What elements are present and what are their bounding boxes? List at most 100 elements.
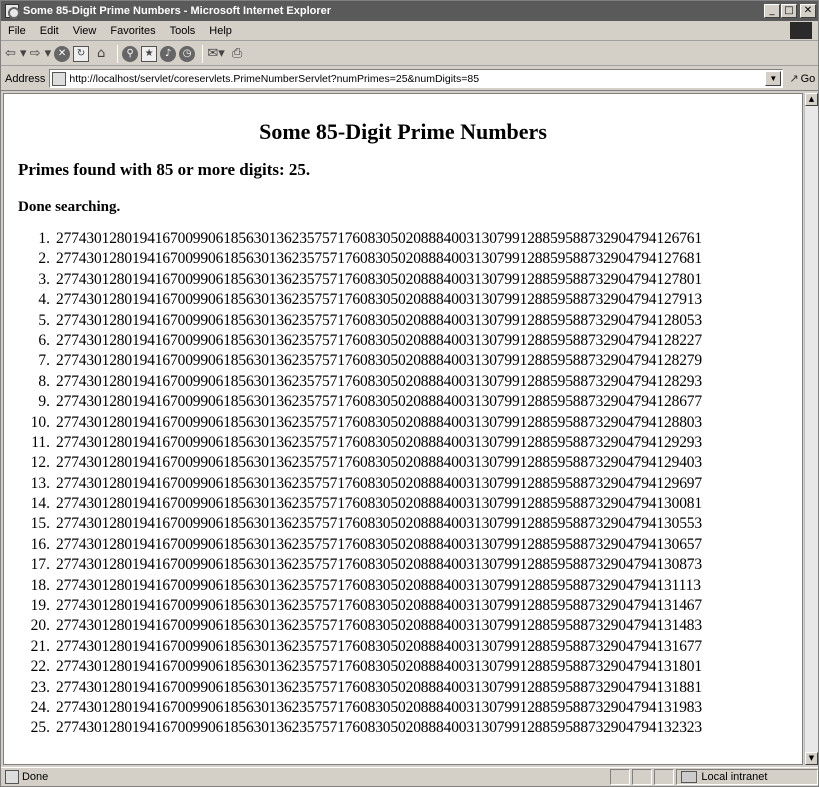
done-message: Done searching. [18,199,121,215]
toolbar-divider [202,44,204,63]
print-icon[interactable]: ⎙ [228,44,246,64]
list-item: 19. 2774301280194167009906185630136235757… [20,596,802,616]
zone-label: Local intranet [701,771,768,783]
status-panel [610,769,631,785]
list-item-number: 11. [31,433,50,451]
prime-value: 2774301280194167009906185630136235757176… [56,658,703,676]
ie-app-icon[interactable] [5,4,20,19]
list-item-number: 13. [30,474,50,492]
address-dropdown-icon[interactable]: ▼ [765,71,782,86]
list-item: 9. 27743012801941670099061856301362357571… [20,392,802,412]
minimize-button[interactable]: _ [764,4,780,18]
scroll-down-icon[interactable]: ▼ [805,752,818,765]
back-icon[interactable]: ⇦ ▾ [5,44,27,64]
list-item-number: 19. [30,597,50,615]
forward-icon[interactable]: ⇨ ▾ [30,44,52,64]
prime-list: 1. 27743012801941670099061856301362357571… [20,229,802,739]
list-item: 7. 27743012801941670099061856301362357571… [20,351,802,371]
list-item: 5. 27743012801941670099061856301362357571… [20,311,802,331]
list-item: 8. 27743012801941670099061856301362357571… [20,372,802,392]
page-content: Some 85-Digit Prime Numbers Primes found… [3,93,803,765]
menu-favorites[interactable]: Favorites [103,25,162,37]
list-item: 13. 2774301280194167009906185630136235757… [20,474,802,494]
mail-icon[interactable]: ✉▾ [207,44,225,64]
list-item: 1. 27743012801941670099061856301362357571… [20,229,802,249]
list-item: 4. 27743012801941670099061856301362357571… [20,290,802,310]
prime-value: 2774301280194167009906185630136235757176… [56,515,703,533]
close-button[interactable]: ✕ [800,4,816,18]
list-item-number: 18. [30,576,50,594]
list-item-number: 8. [38,372,50,390]
search-icon[interactable]: ⚲ [122,45,139,62]
address-label: Address [5,72,46,85]
list-item-number: 4. [38,291,50,309]
status-page-icon [5,770,19,784]
prime-value: 2774301280194167009906185630136235757176… [56,413,703,431]
primes-summary: Primes found with 85 or more digits: 25. [18,160,311,179]
list-item-number: 1. [38,230,50,247]
page-heading: Some 85-Digit Prime Numbers [259,119,547,144]
prime-value: 2774301280194167009906185630136235757176… [56,698,703,716]
go-arrow-icon: ↗ [789,72,799,85]
list-item-number: 25. [30,719,50,737]
maximize-button[interactable]: □ [781,4,797,18]
prime-value: 2774301280194167009906185630136235757176… [56,678,703,696]
prime-value: 2774301280194167009906185630136235757176… [56,719,703,737]
list-item: 15. 2774301280194167009906185630136235757… [20,514,802,534]
prime-value: 2774301280194167009906185630136235757176… [56,433,703,451]
list-item-number: 15. [30,515,50,533]
prime-value: 2774301280194167009906185630136235757176… [56,372,703,390]
address-url[interactable]: http://localhost/servlet/coreservlets.Pr… [69,73,765,85]
list-item-number: 2. [38,250,50,268]
media-icon[interactable]: ♪ [160,45,177,62]
window-title: Some 85-Digit Prime Numbers - Microsoft … [23,5,332,17]
go-button[interactable]: ↗ Go [789,72,815,85]
menu-tools[interactable]: Tools [163,25,203,37]
list-item: 25. 2774301280194167009906185630136235757… [20,718,802,738]
scroll-up-icon[interactable]: ▲ [805,93,818,106]
list-item: 2. 27743012801941670099061856301362357571… [20,249,802,269]
menu-view[interactable]: View [66,25,104,37]
prime-value: 2774301280194167009906185630136235757176… [56,352,703,370]
prime-value: 2774301280194167009906185630136235757176… [56,617,703,635]
list-item-number: 10. [30,413,50,431]
list-item: 20. 2774301280194167009906185630136235757… [20,616,802,636]
prime-value: 2774301280194167009906185630136235757176… [56,230,703,247]
refresh-icon[interactable]: ↻ [73,45,90,62]
go-label: Go [800,72,816,85]
list-item: 3. 27743012801941670099061856301362357571… [20,270,802,290]
favorites-icon[interactable]: ★ [141,45,158,62]
address-field[interactable]: http://localhost/servlet/coreservlets.Pr… [49,69,784,88]
history-icon[interactable]: ◷ [179,45,196,62]
list-item-number: 5. [38,311,50,329]
intranet-icon [681,771,698,783]
prime-value: 2774301280194167009906185630136235757176… [56,393,703,411]
security-zone: Local intranet [676,769,818,785]
list-item-number: 16. [30,535,50,553]
prime-value: 2774301280194167009906185630136235757176… [56,454,703,472]
menu-file[interactable]: File [1,25,33,37]
list-item-number: 3. [38,270,50,288]
status-panel [632,769,653,785]
list-item-number: 23. [30,678,50,696]
list-item: 10. 2774301280194167009906185630136235757… [20,413,802,433]
list-item: 11. 2774301280194167009906185630136235757… [20,433,802,453]
browser-window: Some 85-Digit Prime Numbers - Microsoft … [0,0,819,787]
menu-edit[interactable]: Edit [33,25,66,37]
vertical-scrollbar[interactable]: ▲ ▼ [804,93,818,765]
list-item-number: 9. [38,393,50,411]
list-item-number: 20. [30,617,50,635]
prime-value: 2774301280194167009906185630136235757176… [56,637,703,655]
menu-help[interactable]: Help [202,25,239,37]
page-icon [52,71,67,86]
prime-value: 2774301280194167009906185630136235757176… [56,597,703,615]
prime-value: 2774301280194167009906185630136235757176… [56,270,703,288]
title-bar[interactable]: Some 85-Digit Prime Numbers - Microsoft … [1,1,818,21]
list-item-number: 24. [30,698,50,716]
stop-icon[interactable]: ✕ [54,45,71,62]
prime-value: 2774301280194167009906185630136235757176… [56,311,703,329]
status-bar: Done Local intranet [1,767,818,786]
home-icon[interactable]: ⌂ [92,44,110,64]
toolbar-divider [117,44,119,63]
list-item: 21. 2774301280194167009906185630136235757… [20,637,802,657]
